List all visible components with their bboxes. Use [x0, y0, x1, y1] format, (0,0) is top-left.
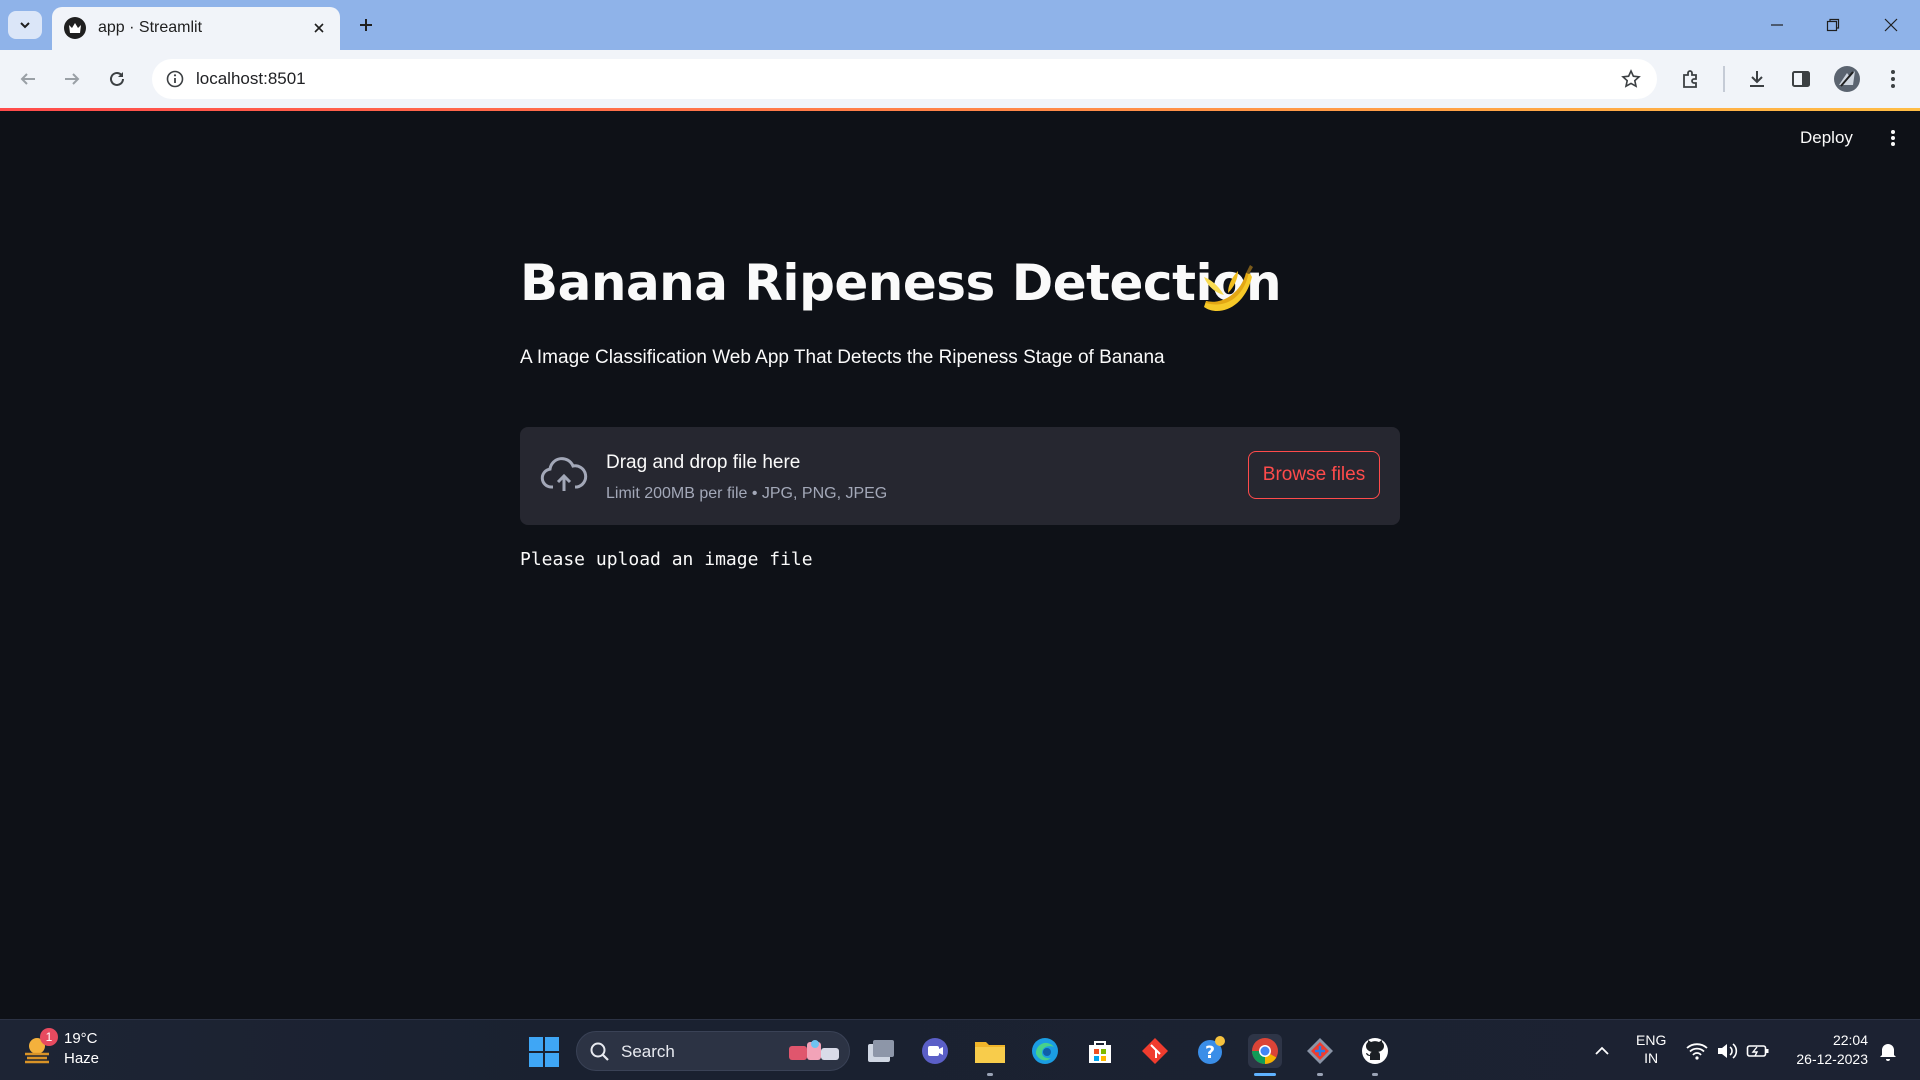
running-indicator-active [1254, 1073, 1276, 1076]
browser-tab-active[interactable]: app · Streamlit [52, 7, 340, 50]
teams-chat-icon[interactable] [918, 1034, 952, 1068]
clock-date: 26-12-2023 [1796, 1051, 1868, 1067]
side-panel-icon[interactable] [1786, 64, 1816, 94]
wifi-icon[interactable] [1684, 1038, 1710, 1064]
extensions-puzzle-icon[interactable] [1676, 64, 1706, 94]
volume-icon[interactable] [1714, 1038, 1740, 1064]
file-explorer-icon[interactable] [973, 1034, 1007, 1076]
weather-temperature[interactable]: 19°C [64, 1030, 98, 1047]
profile-avatar[interactable] [1832, 64, 1862, 94]
url-text: localhost:8501 [196, 69, 306, 88]
system-clock[interactable]: 22:04 26-12-2023 [1784, 1031, 1868, 1069]
running-indicator [987, 1073, 993, 1076]
search-icon [590, 1042, 609, 1061]
github-desktop-icon[interactable] [1358, 1034, 1392, 1076]
file-uploader-dropzone[interactable]: Drag and drop file here Limit 200MB per … [520, 427, 1400, 525]
status-message: Please upload an image file [520, 549, 813, 570]
address-bar[interactable]: localhost:8501 [152, 59, 1657, 99]
dropzone-file-limit: Limit 200MB per file • JPG, PNG, JPEG [606, 485, 888, 502]
site-info-icon[interactable] [160, 64, 190, 94]
back-button[interactable] [13, 64, 43, 94]
page-subtitle: A Image Classification Web App That Dete… [520, 347, 1165, 368]
reload-button[interactable] [102, 64, 132, 94]
main-menu-icon[interactable] [1880, 125, 1906, 151]
search-label: Search [621, 1042, 675, 1061]
arrow-left-icon [20, 73, 35, 85]
browser-tab-strip: app · Streamlit [0, 0, 1920, 50]
arrow-right-icon [65, 73, 80, 85]
task-view-icon[interactable] [864, 1034, 898, 1068]
reload-icon [110, 71, 124, 86]
forward-button[interactable] [57, 64, 87, 94]
page-title: Banana Ripeness Detection [520, 254, 1282, 312]
cloud-upload-icon [540, 457, 588, 491]
chevron-down-icon [20, 22, 30, 29]
edge-browser-icon[interactable] [1028, 1034, 1062, 1068]
weather-condition[interactable]: Haze [64, 1050, 99, 1067]
minimize-icon [1771, 24, 1783, 26]
language-code: ENG [1636, 1032, 1667, 1048]
dropzone-instructions: Drag and drop file here [606, 452, 801, 473]
restore-icon [1826, 18, 1840, 32]
git-icon[interactable] [1138, 1034, 1172, 1068]
download-icon[interactable] [1742, 64, 1772, 94]
svg-text:?: ? [1205, 1043, 1215, 1063]
close-tab-icon[interactable] [308, 17, 330, 39]
tab-title: app · Streamlit [98, 19, 203, 36]
windows-start-icon[interactable] [528, 1036, 560, 1068]
help-icon[interactable]: ? [1193, 1034, 1227, 1068]
tab-search-button[interactable] [8, 11, 42, 39]
microsoft-store-icon[interactable] [1083, 1034, 1117, 1068]
running-indicator [1372, 1073, 1378, 1076]
taskbar-search-box[interactable]: Search [576, 1031, 850, 1071]
deploy-button[interactable]: Deploy [1800, 128, 1853, 148]
battery-icon[interactable] [1744, 1038, 1772, 1064]
banana-icon [1204, 265, 1253, 312]
close-window-button[interactable] [1877, 12, 1905, 38]
plus-icon [360, 19, 372, 31]
minimize-window-button[interactable] [1763, 12, 1791, 38]
new-tab-button[interactable] [352, 11, 380, 39]
weather-notification-badge: 1 [40, 1028, 58, 1046]
close-icon [1884, 18, 1898, 32]
chrome-menu-icon[interactable] [1878, 64, 1908, 94]
browse-files-button[interactable]: Browse files [1248, 451, 1380, 499]
input-language-indicator[interactable]: ENG IN [1636, 1031, 1666, 1067]
windows-taskbar: 1 19°C Haze Search ? ENG IN 22:04 26-12-… [0, 1019, 1920, 1080]
browser-toolbar: localhost:8501 [0, 50, 1920, 108]
chrome-icon[interactable] [1248, 1034, 1282, 1076]
notification-bell-icon[interactable] [1876, 1038, 1900, 1064]
restore-window-button[interactable] [1819, 12, 1847, 38]
region-code: IN [1644, 1050, 1659, 1066]
clock-time: 22:04 [1832, 1032, 1868, 1048]
show-hidden-icons-chevron-up-icon[interactable] [1588, 1038, 1616, 1064]
search-highlight-illustration-icon [789, 1040, 839, 1060]
bookmark-star-icon[interactable] [1617, 65, 1645, 93]
running-indicator [1317, 1073, 1323, 1076]
streamlit-crown-icon [64, 17, 86, 39]
git-gui-icon[interactable] [1303, 1034, 1337, 1076]
streamlit-app: Deploy Banana Ripeness Detection A Image… [0, 111, 1920, 1019]
toolbar-divider [1723, 66, 1725, 92]
